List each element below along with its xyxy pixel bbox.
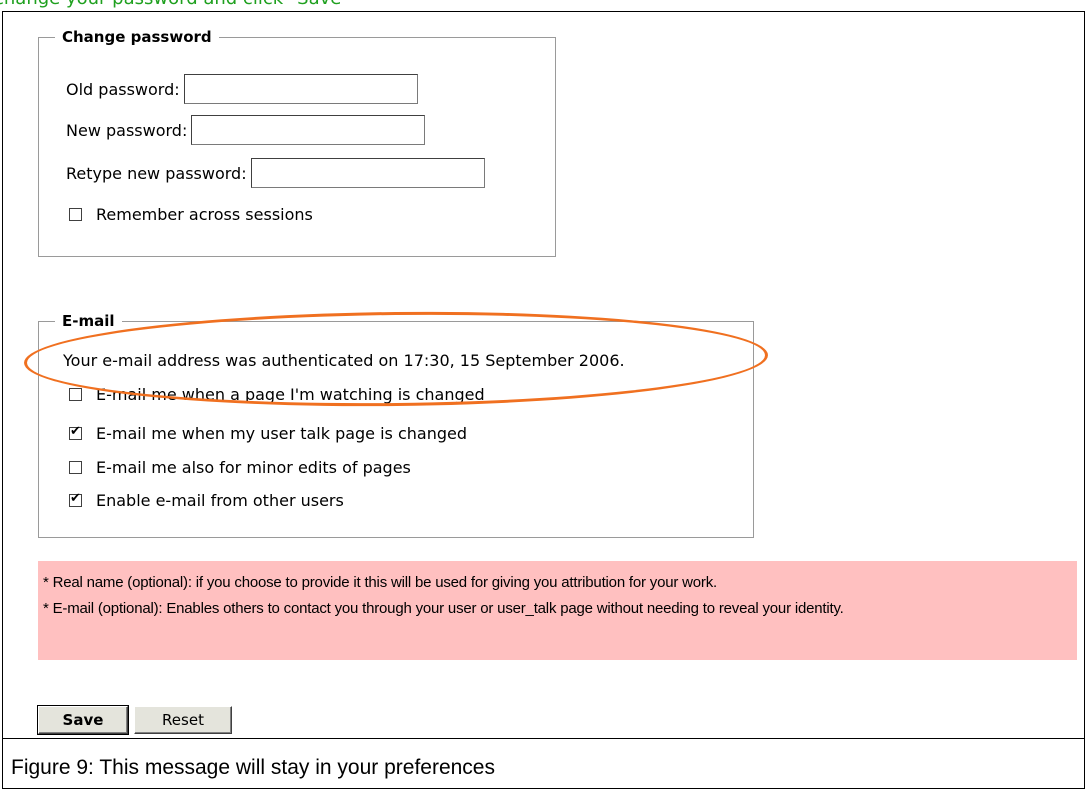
remember-row: Remember across sessions <box>69 205 313 224</box>
old-password-label: Old password: <box>66 79 180 99</box>
email-option-row: Enable e-mail from other users <box>69 491 344 510</box>
retype-password-label: Retype new password: <box>66 163 247 183</box>
email-option-row: E-mail me when a page I'm watching is ch… <box>69 385 485 404</box>
figure-caption-row: Figure 9: This message will stay in your… <box>2 738 1085 789</box>
figure-caption: Figure 9: This message will stay in your… <box>11 756 495 779</box>
email-watch-checkbox[interactable] <box>69 388 82 401</box>
instruction-header: change your password and click "Save" <box>0 0 350 10</box>
old-password-row: Old password: <box>66 74 418 104</box>
email-option-label: Enable e-mail from other users <box>96 491 344 510</box>
change-password-legend: Change password <box>62 28 212 46</box>
new-password-row: New password: <box>66 115 426 145</box>
retype-password-input[interactable] <box>250 158 485 188</box>
save-button[interactable]: Save <box>37 705 129 735</box>
old-password-input[interactable] <box>183 74 418 104</box>
new-password-label: New password: <box>66 120 188 140</box>
email-option-row: E-mail me when my user talk page is chan… <box>69 424 467 443</box>
retype-password-row: Retype new password: <box>66 158 485 188</box>
remember-label: Remember across sessions <box>96 205 313 224</box>
email-authenticated-message: Your e-mail address was authenticated on… <box>63 351 625 370</box>
notice-real-name: * Real name (optional): if you choose to… <box>43 574 717 591</box>
email-authenticated-row: Your e-mail address was authenticated on… <box>63 351 625 370</box>
email-usertalk-checkbox[interactable] <box>69 424 82 440</box>
email-minor-edits-checkbox[interactable] <box>69 461 82 474</box>
email-option-label: E-mail me when a page I'm watching is ch… <box>96 385 485 404</box>
reset-button[interactable]: Reset <box>134 706 232 734</box>
field-notice-box: * Real name (optional): if you choose to… <box>38 561 1077 660</box>
email-option-label: E-mail me when my user talk page is chan… <box>96 424 468 443</box>
notice-email: * E-mail (optional): Enables others to c… <box>43 600 844 617</box>
email-option-label: E-mail me also for minor edits of pages <box>96 458 411 477</box>
email-option-row: E-mail me also for minor edits of pages <box>69 458 411 477</box>
email-legend: E-mail <box>62 312 115 330</box>
enable-email-checkbox[interactable] <box>69 491 82 507</box>
new-password-input[interactable] <box>191 115 426 145</box>
remember-checkbox[interactable] <box>69 208 82 221</box>
